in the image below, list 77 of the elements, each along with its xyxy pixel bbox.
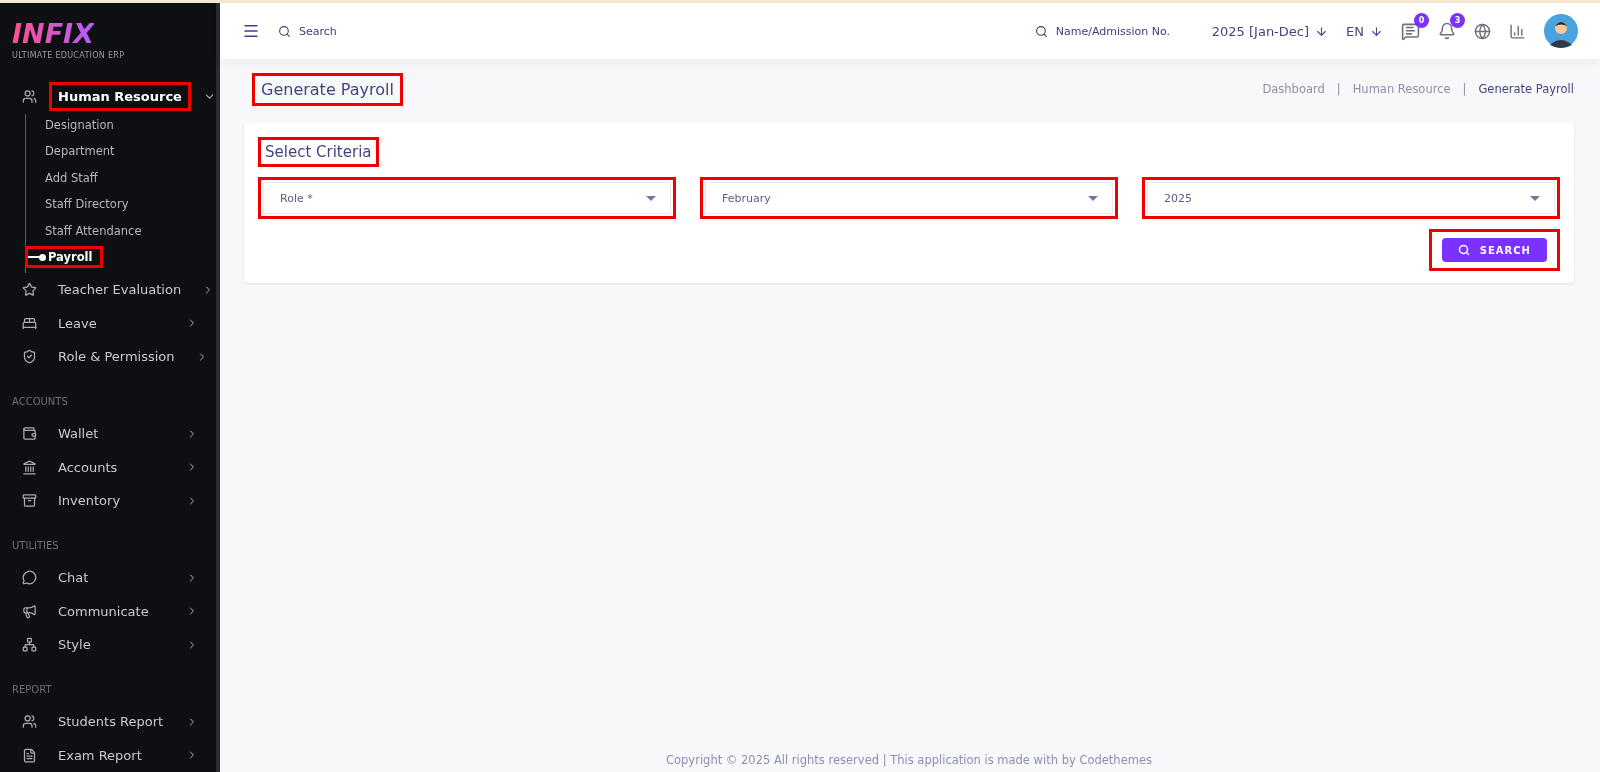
student-search-field[interactable]: Name/Admission No. [1053,23,1194,39]
wallet-icon [22,426,37,441]
active-marker-icon [28,253,46,262]
submenu-item[interactable]: Department [43,143,117,160]
people-icon [22,714,37,730]
language-selector[interactable]: EN [1346,23,1364,39]
menu-label[interactable]: Style [54,635,95,655]
arrow-down-icon [1370,24,1383,38]
card-title: Select Criteria [264,142,373,162]
sidebar-item[interactable]: Human Resource [0,80,216,114]
bed-icon [22,315,37,331]
menu-label[interactable]: Teacher Evaluation [54,280,186,299]
submenu-item[interactable]: Add Staff [43,169,100,186]
bank-icon [22,459,37,475]
search-icon [1034,24,1048,38]
sidebar-item[interactable]: Inventory [0,484,216,518]
dropdown-select[interactable]: February [705,182,1113,214]
dropdown-select[interactable]: Role * [263,182,671,214]
search-icon [278,24,291,38]
caret-icon [646,195,656,201]
page-title: Generate Payroll [260,78,395,101]
menu-label[interactable]: Students Report [54,712,168,732]
archive-icon [22,493,37,509]
sidebar-item[interactable]: Exam Report [0,738,216,772]
sidebar-item[interactable]: Communicate [0,594,216,629]
section-header: ACCOUNTS [11,394,69,409]
sidebar-item[interactable]: Role & Permission [0,340,216,374]
chart-icon[interactable] [1509,22,1526,40]
section-header: REPORT [11,682,53,697]
submenu-item[interactable]: Staff Directory [43,196,131,213]
menu-label[interactable]: Leave [54,313,101,333]
menu-label[interactable]: Chat [54,568,93,588]
submenu-item[interactable]: Designation [43,116,116,133]
search-field[interactable]: Search [297,23,447,39]
session-selector[interactable]: 2025 [Jan-Dec] [1211,23,1310,39]
menu-icon[interactable] [242,22,260,40]
arrow-down-icon [1315,24,1329,38]
globe-icon[interactable] [1474,22,1491,40]
sidebar-item[interactable]: Accounts [0,450,216,485]
menu-label[interactable]: Exam Report [54,745,146,765]
menu-label[interactable]: Accounts [54,457,122,477]
section-header: UTILITIES [11,538,60,553]
avatar-icon[interactable] [1544,14,1578,48]
megaphone-icon [22,603,37,619]
sidebar-item[interactable]: Teacher Evaluation [0,272,216,307]
notification-count: 3 [1450,13,1465,28]
menu-label[interactable]: Wallet [54,424,103,443]
menu-label[interactable]: Inventory [54,491,125,511]
sidebar-item[interactable]: Wallet [0,416,216,451]
breadcrumb-link[interactable]: Generate Payroll [1478,82,1574,96]
caret-icon [1088,195,1098,201]
people-icon [22,89,37,105]
search-icon [1457,244,1470,256]
star-icon [22,282,37,297]
menu-label[interactable]: Communicate [54,601,153,621]
menu-label[interactable]: Human Resource [54,87,186,107]
shield-icon [22,349,37,365]
sidebar-item[interactable]: Chat [0,560,216,595]
submenu-item[interactable]: Payroll [46,249,95,266]
menu-label[interactable]: Role & Permission [54,347,179,367]
sidebar-item[interactable]: Students Report [0,704,216,739]
message-count: 0 [1414,12,1429,28]
sidebar-item[interactable]: Leave [0,306,216,340]
message-icon[interactable] [1401,21,1420,41]
bell-icon[interactable] [1438,22,1456,40]
network-icon [22,637,37,653]
dropdown-select[interactable]: 2025 [1147,182,1555,214]
logo-tagline: ULTIMATE EDUCATION ERP [12,51,125,60]
search-button[interactable]: SEARCH [1441,238,1547,262]
copyright-text: Copyright © 2025 All rights reserved | This application is made with by Codethemes [666,753,1152,767]
breadcrumb-separator: | [1462,82,1467,96]
caret-icon [1530,195,1540,201]
breadcrumb-separator: | [1336,82,1341,96]
chat-bubble-icon [22,570,37,586]
sidebar-item[interactable]: Style [0,628,216,662]
submenu-item[interactable]: Staff Attendance [43,222,144,239]
document-icon [22,747,37,763]
